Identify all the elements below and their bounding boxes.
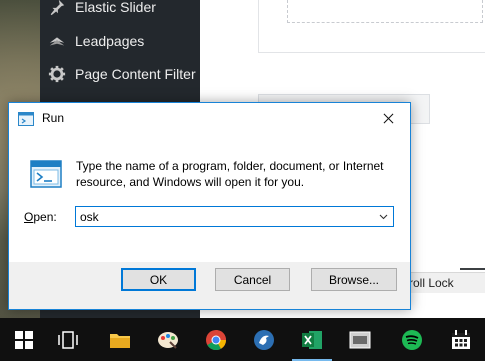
run-dialog: Run Type the name of a program, folder, … [8, 102, 411, 310]
chrome-icon [206, 329, 227, 350]
close-icon [383, 113, 393, 124]
sidebar-item-label: Leadpages [75, 33, 145, 49]
sidebar-item-page-content-filter[interactable]: Page Content Filter [40, 59, 200, 89]
dialog-titlebar[interactable]: Run [9, 103, 410, 134]
excel-icon [302, 330, 322, 349]
leadpages-icon [47, 31, 67, 51]
dialog-body: Type the name of a program, folder, docu… [9, 134, 410, 262]
chevron-down-icon[interactable] [377, 210, 390, 223]
taskbar-bird-app[interactable] [240, 318, 288, 361]
sidebar-item-leadpages[interactable]: Leadpages [40, 26, 200, 56]
calendar-icon [452, 329, 470, 349]
gear-icon [47, 64, 67, 84]
scroll-lock-status: roll Lock [405, 272, 485, 293]
open-label-rest: pen: [33, 210, 57, 224]
content-block [258, 0, 485, 53]
taskbar-paint[interactable] [144, 318, 192, 361]
spotify-icon [402, 329, 422, 350]
sidebar-item-label: Page Content Filter [75, 66, 196, 82]
pin-icon [47, 0, 67, 17]
taskbar-sxd-app[interactable] [336, 318, 384, 361]
taskbar-chrome[interactable] [192, 318, 240, 361]
close-button[interactable] [366, 103, 410, 134]
sxd-app-icon [349, 331, 371, 348]
browse-button[interactable]: Browse... [311, 268, 397, 291]
open-input[interactable]: osk [80, 210, 99, 224]
sidebar-item-elastic-slider[interactable]: Elastic Slider [40, 0, 200, 22]
open-label: Open: [24, 210, 57, 224]
run-app-icon [18, 112, 34, 126]
dashed-placeholder [287, 0, 483, 23]
file-explorer-icon [110, 333, 130, 348]
cancel-button[interactable]: Cancel [215, 268, 290, 291]
dialog-description: Type the name of a program, folder, docu… [76, 159, 384, 189]
sidebar-item-label: Elastic Slider [75, 0, 156, 15]
app-bird-icon [254, 329, 274, 350]
windows-start-icon [15, 330, 33, 349]
taskbar-excel[interactable] [288, 318, 336, 361]
taskbar-file-explorer[interactable] [96, 318, 144, 361]
taskbar-calendar[interactable] [437, 318, 485, 361]
paint-icon [158, 331, 178, 349]
taskbar [0, 318, 485, 361]
divider [460, 268, 485, 270]
open-combobox[interactable]: osk [75, 206, 394, 227]
run-program-icon [30, 160, 62, 188]
taskbar-spotify[interactable] [388, 318, 436, 361]
open-label-hotkey: O [24, 210, 34, 224]
dialog-title: Run [42, 111, 65, 125]
start-button[interactable] [0, 318, 48, 361]
task-view-icon [58, 330, 78, 349]
task-view-button[interactable] [44, 318, 92, 361]
ok-button[interactable]: OK [121, 268, 196, 291]
